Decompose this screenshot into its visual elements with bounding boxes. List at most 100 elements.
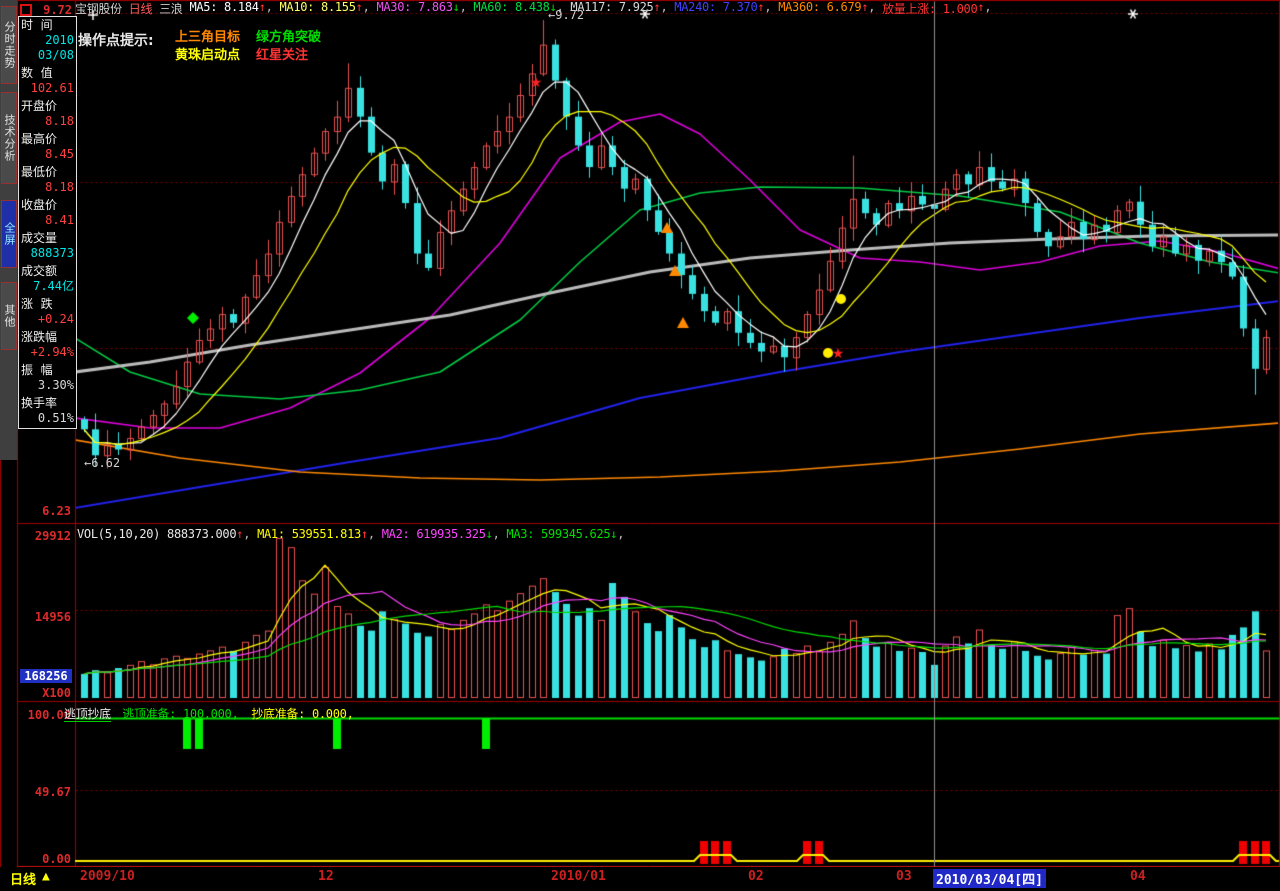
separator: , <box>243 527 257 541</box>
ma-legend-item: MA117: 7.925↑, <box>570 0 674 14</box>
info-row: 收盘价8.41 <box>19 197 76 230</box>
axis-label-X100: X100 <box>18 686 71 700</box>
date-label-2010/01: 2010/01 <box>551 869 606 884</box>
info-row-label: 涨 跌 <box>21 297 74 312</box>
ma-arrow-icon: ↑ <box>356 0 363 14</box>
info-row-value: 03/08 <box>21 48 74 63</box>
separator: , <box>984 0 991 14</box>
date-label-2009/10: 2009/10 <box>80 869 135 884</box>
volume-ma-label: MA3: 599345.625 <box>506 527 610 541</box>
price-annotation: ←9.72 <box>548 8 584 22</box>
info-row-label: 最低价 <box>21 165 74 180</box>
info-row: 涨 跌+0.24 <box>19 296 76 329</box>
info-row-label: 涨跌幅 <box>21 330 74 345</box>
info-row-label: 时 间 <box>21 18 74 33</box>
info-row: 最低价8.18 <box>19 164 76 197</box>
date-label-2010/03/04[四]: 2010/03/04[四] <box>933 869 1046 888</box>
hint-legend-item: 黄珠启动点 <box>175 44 240 63</box>
date-label-04: 04 <box>1130 869 1146 884</box>
axis-label-29912: 29912 <box>18 529 71 543</box>
ma-arrow-icon: ↓ <box>453 0 460 14</box>
axis-label-168256: 168256 <box>20 669 72 683</box>
left-tab-strip: 分时走势技术分析全屏其他 <box>0 0 18 460</box>
arrow-icon: ↓ <box>486 527 493 541</box>
bottom-status-bar: 日线 ▲ 2009/10 12 2010/01 02 03 2010/03/04[四] 04 <box>0 867 1280 891</box>
quote-info-panel: 时 间201003/08数 值102.61开盘价8.18最高价8.45最低价8.… <box>18 16 77 429</box>
ma-label: MA5: 8.184 <box>189 0 258 14</box>
ma-legend: MA5: 8.184↑, MA10: 8.155↑, MA30: 7.863↓,… <box>189 0 991 14</box>
volume-ma-label: VOL(5,10,20) 888373.000 <box>77 527 236 541</box>
info-row: 最高价8.45 <box>19 131 76 164</box>
info-row-label: 数 值 <box>21 66 74 81</box>
info-row-value: 102.61 <box>21 81 74 96</box>
info-row: 开盘价8.18 <box>19 98 76 131</box>
axis-label-49.67: 49.67 <box>18 785 71 799</box>
info-row-value: 8.41 <box>21 213 74 228</box>
separator: , <box>368 527 382 541</box>
stock-name: 宝钢股份 <box>75 2 122 16</box>
info-row-label: 成交额 <box>21 264 74 279</box>
volume-ma-label: MA2: 619935.325 <box>382 527 486 541</box>
period-label[interactable]: 日线 <box>129 2 152 16</box>
axis-label-14956: 14956 <box>18 610 71 624</box>
ma-legend-item: MA30: 7.863↓, <box>376 0 473 14</box>
app-flag-icon <box>20 4 32 16</box>
axis-label-6.23: 6.23 <box>18 504 71 518</box>
ma-legend-item: MA10: 8.155↑, <box>279 0 376 14</box>
ma-legend-item: 放量上涨: 1.000↑, <box>882 0 991 14</box>
info-row-label: 换手率 <box>21 396 74 411</box>
ma-label: MA30: 7.863 <box>376 0 452 14</box>
info-row: 换手率0.51% <box>19 395 76 428</box>
info-row: 成交额7.44亿 <box>19 263 76 296</box>
indicator-title[interactable]: 逃顶抄底 <box>64 707 111 722</box>
separator: , <box>868 0 882 14</box>
sidebar-tab-其他[interactable]: 其他 <box>1 282 17 350</box>
separator: , <box>266 0 280 14</box>
chart-canvas[interactable] <box>0 0 1280 891</box>
info-row: 成交量888373 <box>19 230 76 263</box>
axis-label-0.00: 0.00 <box>18 852 71 866</box>
separator: , <box>460 0 474 14</box>
hint-legend-item: 上三角目标 <box>175 26 240 45</box>
sidebar-tab-技术分析[interactable]: 技术分析 <box>1 92 17 184</box>
info-row-label: 振 幅 <box>21 363 74 378</box>
info-row: 时 间201003/08 <box>19 17 76 65</box>
volume-ma-label: MA1: 539551.813 <box>257 527 361 541</box>
info-row-label: 成交量 <box>21 231 74 246</box>
separator: , <box>493 527 507 541</box>
info-row-label: 收盘价 <box>21 198 74 213</box>
info-row-value: +0.24 <box>21 312 74 327</box>
stock-app-window: 宝钢股份 日线 三浪 MA5: 8.184↑, MA10: 8.155↑, MA… <box>0 0 1280 891</box>
indicator-value-item: 逃顶准备: 100.000, <box>122 707 245 721</box>
ma-legend-item: MA5: 8.184↑, <box>189 0 279 14</box>
info-row-value: 8.18 <box>21 114 74 129</box>
volume-ma-item: VOL(5,10,20) 888373.000↑, <box>77 527 257 541</box>
ma-arrow-icon: ↑ <box>259 0 266 14</box>
indicator-pane-header: 逃顶抄底 逃顶准备: 100.000, 抄底准备: 0.000, <box>64 705 360 722</box>
wave-label: 三浪 <box>159 2 182 16</box>
ma-label: MA360: 6.679 <box>778 0 861 14</box>
date-label-02: 02 <box>748 869 764 884</box>
separator: , <box>764 0 778 14</box>
info-row: 涨跌幅+2.94% <box>19 329 76 362</box>
ma-label: MA60: 8.438 <box>473 0 549 14</box>
bottom-period-label[interactable]: 日线 <box>10 869 36 888</box>
info-row-label: 开盘价 <box>21 99 74 114</box>
date-label-03: 03 <box>896 869 912 884</box>
period-triangle-icon: ▲ <box>42 869 50 884</box>
info-row: 数 值102.61 <box>19 65 76 98</box>
sidebar-tab-全屏[interactable]: 全屏 <box>1 200 17 268</box>
chart-header: 宝钢股份 日线 三浪 MA5: 8.184↑, MA10: 8.155↑, MA… <box>75 0 991 16</box>
info-row-value: 2010 <box>21 33 74 48</box>
info-row-value: 888373 <box>21 246 74 261</box>
date-label-12: 12 <box>318 869 334 884</box>
ma-label: MA240: 7.370 <box>674 0 757 14</box>
volume-ma-item: MA3: 599345.625↓, <box>506 527 624 541</box>
info-row: 振 幅3.30% <box>19 362 76 395</box>
hint-legend-item: 绿方角突破 <box>256 26 321 45</box>
sidebar-tab-分时走势[interactable]: 分时走势 <box>1 6 17 84</box>
hint-legend-item: 红星关注 <box>256 44 308 63</box>
info-row-label: 最高价 <box>21 132 74 147</box>
volume-ma-item: MA1: 539551.813↑, <box>257 527 382 541</box>
separator: , <box>363 0 377 14</box>
